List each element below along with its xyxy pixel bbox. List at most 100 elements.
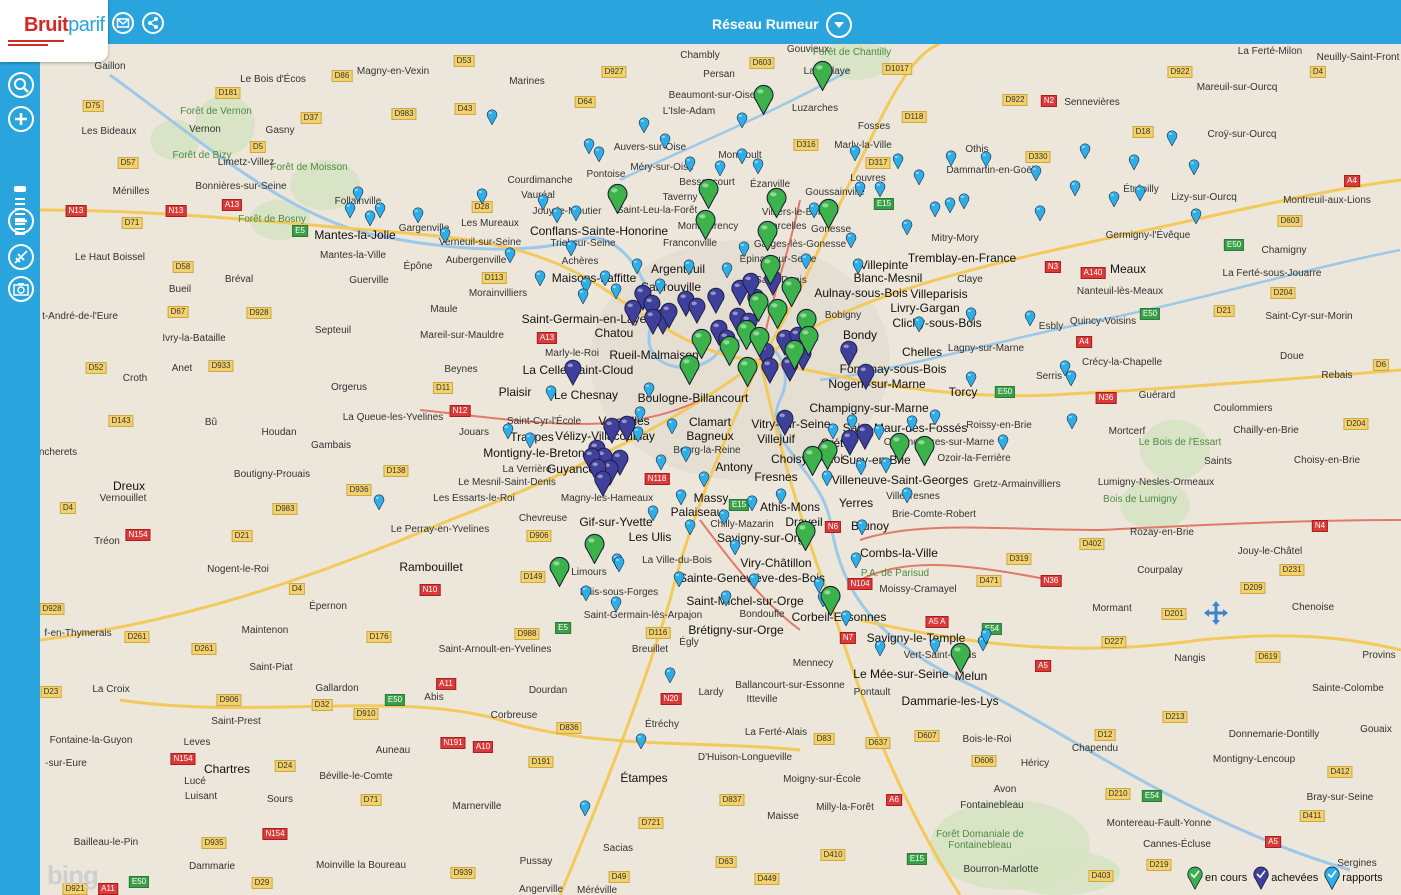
report-marker[interactable] bbox=[736, 148, 748, 165]
report-marker[interactable] bbox=[524, 432, 536, 449]
ongoing-marker[interactable] bbox=[548, 556, 571, 588]
report-marker[interactable] bbox=[673, 571, 685, 588]
pan-move-icon[interactable] bbox=[1203, 600, 1229, 631]
report-marker[interactable] bbox=[965, 307, 977, 324]
report-marker[interactable] bbox=[874, 640, 886, 657]
report-marker[interactable] bbox=[551, 207, 563, 224]
report-marker[interactable] bbox=[698, 471, 710, 488]
report-marker[interactable] bbox=[1190, 208, 1202, 225]
report-marker[interactable] bbox=[659, 133, 671, 150]
report-marker[interactable] bbox=[486, 109, 498, 126]
report-marker[interactable] bbox=[1108, 191, 1120, 208]
report-marker[interactable] bbox=[439, 227, 451, 244]
completed-marker[interactable] bbox=[617, 415, 637, 442]
report-marker[interactable] bbox=[364, 210, 376, 227]
ongoing-marker[interactable] bbox=[801, 445, 824, 477]
report-marker[interactable] bbox=[373, 494, 385, 511]
report-marker[interactable] bbox=[850, 552, 862, 569]
completed-marker[interactable] bbox=[593, 470, 613, 497]
report-marker[interactable] bbox=[537, 194, 549, 211]
report-marker[interactable] bbox=[738, 241, 750, 258]
report-marker[interactable] bbox=[980, 628, 992, 645]
ongoing-marker[interactable] bbox=[694, 209, 717, 241]
share-icon[interactable] bbox=[142, 12, 164, 34]
report-marker[interactable] bbox=[593, 146, 605, 163]
report-marker[interactable] bbox=[1065, 370, 1077, 387]
report-marker[interactable] bbox=[854, 181, 866, 198]
report-marker[interactable] bbox=[654, 278, 666, 295]
completed-marker[interactable] bbox=[706, 287, 726, 314]
camera-icon[interactable] bbox=[8, 276, 34, 302]
report-marker[interactable] bbox=[901, 219, 913, 236]
report-marker[interactable] bbox=[845, 232, 857, 249]
ongoing-marker[interactable] bbox=[819, 585, 842, 617]
report-marker[interactable] bbox=[827, 423, 839, 440]
report-marker[interactable] bbox=[929, 409, 941, 426]
report-marker[interactable] bbox=[534, 270, 546, 287]
report-marker[interactable] bbox=[980, 151, 992, 168]
measure-tool-icon[interactable] bbox=[8, 244, 34, 270]
ongoing-marker[interactable] bbox=[765, 187, 788, 219]
report-marker[interactable] bbox=[944, 197, 956, 214]
report-marker[interactable] bbox=[1069, 180, 1081, 197]
report-marker[interactable] bbox=[504, 247, 516, 264]
report-marker[interactable] bbox=[746, 495, 758, 512]
report-marker[interactable] bbox=[892, 153, 904, 170]
report-marker[interactable] bbox=[643, 382, 655, 399]
ongoing-marker[interactable] bbox=[794, 520, 817, 552]
ongoing-marker[interactable] bbox=[678, 354, 701, 386]
ongoing-marker[interactable] bbox=[583, 533, 606, 565]
report-marker[interactable] bbox=[901, 487, 913, 504]
report-marker[interactable] bbox=[800, 253, 812, 270]
report-marker[interactable] bbox=[720, 590, 732, 607]
ongoing-marker[interactable] bbox=[811, 60, 834, 92]
report-marker[interactable] bbox=[1188, 159, 1200, 176]
envelope-icon[interactable] bbox=[112, 12, 134, 34]
report-marker[interactable] bbox=[1030, 165, 1042, 182]
ongoing-marker[interactable] bbox=[888, 432, 911, 464]
report-marker[interactable] bbox=[638, 117, 650, 134]
report-marker[interactable] bbox=[666, 418, 678, 435]
report-marker[interactable] bbox=[997, 434, 1009, 451]
report-marker[interactable] bbox=[929, 638, 941, 655]
report-marker[interactable] bbox=[352, 186, 364, 203]
ongoing-marker[interactable] bbox=[752, 84, 775, 116]
report-marker[interactable] bbox=[675, 489, 687, 506]
zoom-out-icon[interactable] bbox=[8, 208, 34, 234]
report-marker[interactable] bbox=[721, 262, 733, 279]
report-marker[interactable] bbox=[714, 160, 726, 177]
report-marker[interactable] bbox=[729, 539, 741, 556]
report-marker[interactable] bbox=[1134, 185, 1146, 202]
report-marker[interactable] bbox=[856, 519, 868, 536]
completed-marker[interactable] bbox=[643, 308, 663, 335]
report-marker[interactable] bbox=[579, 800, 591, 817]
report-marker[interactable] bbox=[610, 596, 622, 613]
report-marker[interactable] bbox=[570, 205, 582, 222]
report-marker[interactable] bbox=[683, 259, 695, 276]
completed-marker[interactable] bbox=[687, 297, 707, 324]
report-marker[interactable] bbox=[664, 667, 676, 684]
report-marker[interactable] bbox=[680, 446, 692, 463]
brand-logo[interactable]: Bruitparif bbox=[0, 0, 108, 62]
ongoing-marker[interactable] bbox=[759, 254, 782, 286]
report-marker[interactable] bbox=[855, 459, 867, 476]
report-marker[interactable] bbox=[958, 193, 970, 210]
ongoing-marker[interactable] bbox=[949, 642, 972, 674]
ongoing-marker[interactable] bbox=[817, 198, 840, 230]
report-marker[interactable] bbox=[906, 415, 918, 432]
report-marker[interactable] bbox=[965, 371, 977, 388]
report-marker[interactable] bbox=[718, 509, 730, 526]
completed-marker[interactable] bbox=[840, 429, 860, 456]
completed-marker[interactable] bbox=[760, 357, 780, 384]
ongoing-marker[interactable] bbox=[736, 356, 759, 388]
report-marker[interactable] bbox=[913, 169, 925, 186]
report-marker[interactable] bbox=[684, 519, 696, 536]
report-marker[interactable] bbox=[502, 423, 514, 440]
report-marker[interactable] bbox=[775, 488, 787, 505]
completed-marker[interactable] bbox=[856, 363, 876, 390]
report-marker[interactable] bbox=[610, 283, 622, 300]
report-marker[interactable] bbox=[913, 316, 925, 333]
report-marker[interactable] bbox=[344, 202, 356, 219]
report-marker[interactable] bbox=[736, 112, 748, 129]
search-icon[interactable] bbox=[8, 72, 34, 98]
